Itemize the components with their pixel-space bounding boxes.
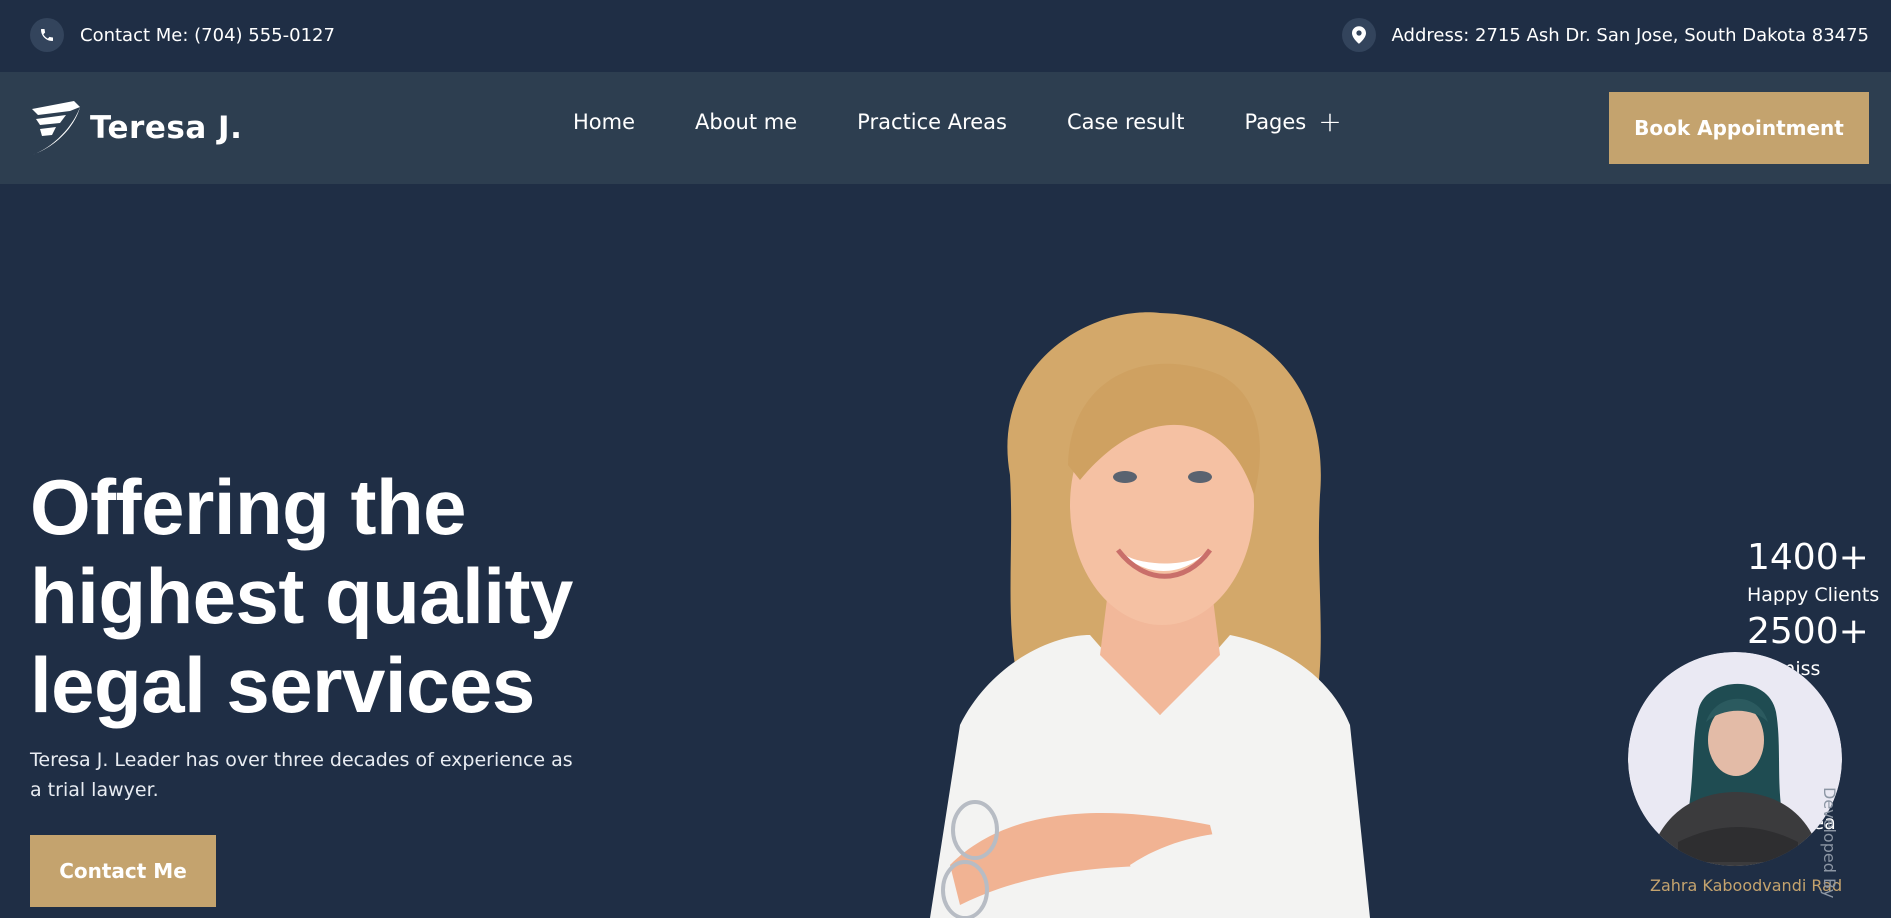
phone-icon [30, 18, 64, 52]
nav-pages-label: Pages [1244, 110, 1307, 134]
contact-phone-text: Contact Me: (704) 555-0127 [80, 24, 335, 46]
main-nav: Home About me Practice Areas Case result… [573, 105, 1342, 138]
logo-text: Teresa J. [90, 110, 243, 146]
logo[interactable]: Teresa J. [30, 96, 242, 160]
top-contact-bar: Contact Me: (704) 555-0127 Address: 2715… [0, 0, 1891, 72]
plus-icon: + [1318, 105, 1342, 138]
contact-me-button[interactable]: Contact Me [30, 835, 216, 907]
stat-happy-clients: 1400+ Happy Clients [1747, 535, 1891, 609]
developer-avatar [1628, 652, 1842, 866]
contact-address: Address: 2715 Ash Dr. San Jose, South Da… [1341, 18, 1869, 52]
developer-credit: Developed By [1820, 787, 1839, 899]
nav-practice-areas[interactable]: Practice Areas [857, 110, 1007, 134]
logo-icon [32, 101, 80, 155]
hero-description: Teresa J. Leader has over three decades … [30, 749, 573, 801]
stat-number: 2500+ [1747, 611, 1869, 652]
contact-phone[interactable]: Contact Me: (704) 555-0127 [30, 18, 335, 52]
stat-label: Happy Clients [1747, 584, 1880, 606]
nav-about-me[interactable]: About me [695, 110, 797, 134]
lawyer-portrait [930, 312, 1370, 918]
stat-number: 1400+ [1747, 537, 1869, 578]
navbar: Teresa J. Home About me Practice Areas C… [0, 72, 1891, 184]
hero-title: Offering the highest quality legal servi… [30, 463, 573, 729]
nav-pages[interactable]: Pages + [1244, 105, 1342, 138]
nav-case-result[interactable]: Case result [1067, 110, 1184, 134]
book-appointment-button[interactable]: Book Appointment [1609, 92, 1869, 164]
nav-home[interactable]: Home [573, 110, 635, 134]
developer-name: Zahra Kaboodvandi Rad [1650, 876, 1843, 895]
address-text: Address: 2715 Ash Dr. San Jose, South Da… [1391, 24, 1869, 46]
location-pin-icon [1341, 18, 1376, 52]
